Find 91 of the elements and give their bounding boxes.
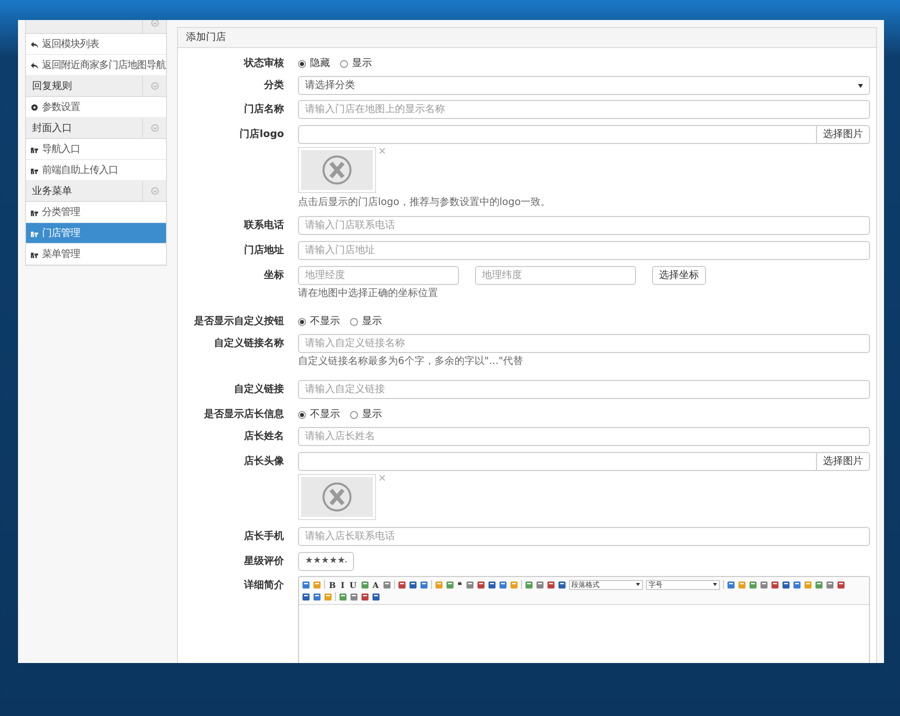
field-label: 详细简介 <box>242 578 284 593</box>
toolbar-icon[interactable] <box>313 592 321 600</box>
toolbar-icon[interactable] <box>476 580 485 588</box>
field-label: 自定义链接名称 <box>213 336 284 351</box>
radio-option[interactable]: 显示 <box>350 407 382 422</box>
field-label: 分类 <box>262 78 284 93</box>
toolbar-icon[interactable] <box>446 580 454 588</box>
toolbar-icon[interactable] <box>726 580 735 588</box>
toolbar-icon[interactable] <box>792 580 801 588</box>
toolbar-icon[interactable] <box>361 592 369 600</box>
choose-coordinates-button[interactable]: 选择坐标 <box>652 266 706 285</box>
toolbar-button[interactable]: A <box>372 580 380 590</box>
reply-arrow-icon <box>30 60 39 70</box>
input-field[interactable]: 请输入门店联系电话 <box>298 216 870 235</box>
x-circle-icon <box>322 482 352 512</box>
field-label: 坐标 <box>262 268 284 283</box>
toolbar-icon[interactable] <box>836 580 845 588</box>
toolbar-button[interactable]: B <box>328 580 337 590</box>
toolbar-icon[interactable] <box>420 580 428 588</box>
input-field[interactable] <box>298 125 817 144</box>
input-field[interactable]: 请输入自定义链接名称 <box>298 334 870 353</box>
radio-option[interactable]: 隐藏 <box>298 56 330 71</box>
toolbar-icon[interactable] <box>350 592 358 600</box>
radio-option[interactable]: 不显示 <box>298 314 340 329</box>
toolbar-icon[interactable] <box>536 580 544 588</box>
input-field[interactable]: 地理经度 <box>298 266 459 285</box>
field-label: 自定义链接 <box>233 382 284 397</box>
x-circle-icon <box>322 155 352 185</box>
toolbar-icon[interactable] <box>558 580 566 588</box>
sitemap-icon <box>30 250 39 258</box>
toolbar-icon[interactable] <box>760 580 768 588</box>
field-label: 店长手机 <box>243 529 284 544</box>
help-text: 自定义链接名称最多为6个字，多余的字以"..."代替 <box>298 356 524 368</box>
gear-icon <box>30 102 39 112</box>
toolbar-icon[interactable] <box>770 580 779 588</box>
field-label: 门店名称 <box>243 102 284 117</box>
input-field[interactable]: 地理纬度 <box>475 266 636 285</box>
sitemap-icon <box>30 144 39 154</box>
help-text: 点击后显示的门店logo，推荐与参数设置中的logo一致。 <box>298 197 552 209</box>
toolbar-icon[interactable] <box>524 580 533 588</box>
toolbar-icon[interactable] <box>748 580 757 588</box>
toolbar-icon[interactable] <box>398 580 406 588</box>
field-label: 是否显示自定义按钮 <box>193 314 284 329</box>
toolbar-icon[interactable] <box>814 580 823 588</box>
input-field[interactable]: 请输入门店地址 <box>298 241 870 260</box>
toolbar-icon[interactable] <box>466 580 474 588</box>
toolbar-icon[interactable] <box>782 580 790 588</box>
toolbar-button[interactable]: I <box>340 580 346 590</box>
panel-header: 添加门店 <box>178 28 876 48</box>
field-label: 联系电话 <box>242 218 284 233</box>
toolbar-icon[interactable] <box>826 580 834 588</box>
select-field[interactable]: 请选择分类 <box>298 76 870 95</box>
toolbar-icon[interactable] <box>360 580 368 588</box>
select-image-button[interactable]: 选择图片 <box>817 452 870 471</box>
toolbar-icon[interactable] <box>302 580 310 588</box>
sitemap-icon <box>30 228 39 238</box>
toolbar-icon[interactable] <box>498 580 507 588</box>
radio-option[interactable]: 不显示 <box>298 407 340 422</box>
toolbar-button[interactable]: U <box>348 580 358 590</box>
toolbar-icon[interactable] <box>372 592 380 600</box>
caret-icon <box>858 84 863 88</box>
sitemap-icon <box>30 208 39 216</box>
input-field[interactable]: 请输入店长联系电话 <box>298 527 870 546</box>
toolbar-icon[interactable] <box>488 580 496 588</box>
field-label: 状态审核 <box>242 56 284 71</box>
select-image-button[interactable]: 选择图片 <box>817 125 870 144</box>
input-field[interactable]: 请输入门店在地图上的显示名称 <box>298 100 870 119</box>
radio-option[interactable]: 显示 <box>350 314 382 329</box>
field-label: 门店地址 <box>243 243 284 258</box>
toolbar-icon[interactable] <box>408 580 417 588</box>
input-field[interactable] <box>298 452 817 471</box>
input-field[interactable]: 请输入自定义链接 <box>298 380 870 399</box>
help-text: 请在地图中选择正确的坐标位置 <box>298 288 439 300</box>
toolbar-icon[interactable] <box>339 592 347 600</box>
caret-icon <box>712 583 717 586</box>
field-label: 店长姓名 <box>243 429 284 444</box>
field-label: 店长头像 <box>243 454 284 469</box>
field-label: 是否显示店长信息 <box>203 407 284 422</box>
toolbar-button[interactable]: ❝ <box>456 580 463 590</box>
toolbar-icon[interactable] <box>546 580 555 588</box>
caret-icon <box>636 583 640 586</box>
input-field[interactable]: 请输入店长姓名 <box>298 427 870 446</box>
sidebar-item[interactable]: 门店管理 <box>26 223 166 244</box>
toolbar-icon[interactable] <box>382 580 391 588</box>
radio-option[interactable]: 显示 <box>340 56 372 71</box>
rating-select[interactable]: ★★★★★ <box>298 552 354 571</box>
reply-arrow-icon <box>30 40 39 48</box>
field-label: 星级评价 <box>243 554 284 569</box>
toolbar-icon[interactable] <box>302 592 310 600</box>
field-label: 门店logo <box>238 127 284 142</box>
sitemap-icon <box>30 166 39 174</box>
